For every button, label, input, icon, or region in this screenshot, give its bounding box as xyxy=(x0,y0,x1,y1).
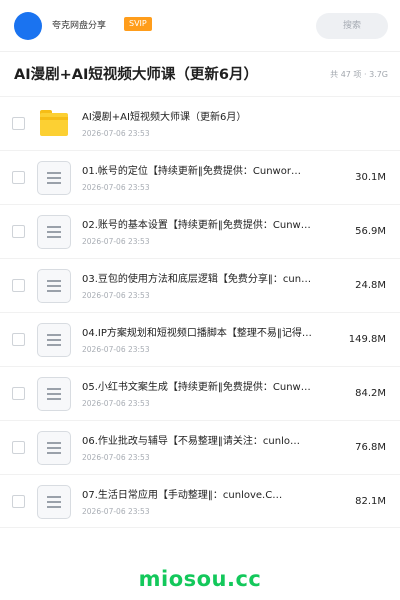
item-date: 2026-07-06 23:53 xyxy=(82,183,150,192)
row-checkbox[interactable] xyxy=(12,387,25,400)
row-checkbox[interactable] xyxy=(12,495,25,508)
item-date: 2026-07-06 23:53 xyxy=(82,507,150,516)
item-name[interactable]: 05.小红书文案生成【持续更新‖免费提供：Cunw… xyxy=(82,381,332,395)
item-date: 2026-07-06 23:53 xyxy=(82,291,150,300)
row-checkbox[interactable] xyxy=(12,441,25,454)
file-row[interactable]: 05.小红书文案生成【持续更新‖免费提供：Cunw… 2026-07-06 23:… xyxy=(0,366,400,420)
row-checkbox[interactable] xyxy=(12,171,25,184)
document-icon xyxy=(37,161,71,195)
file-row[interactable]: 01.帐号的定位【持续更新‖免费提供：Cunwor… 2026-07-06 23:… xyxy=(0,150,400,204)
item-size: 76.8M xyxy=(355,442,386,453)
file-row[interactable]: 02.账号的基本设置【持续更新‖免费提供：Cunw… 2026-07-06 23:… xyxy=(0,204,400,258)
folder-meta: 共 47 项 · 3.7G xyxy=(330,70,388,79)
file-row[interactable]: 07.生活日常应用【手动整理‖：cunlove.C… 2026-07-06 23:… xyxy=(0,474,400,528)
item-name[interactable]: 01.帐号的定位【持续更新‖免费提供：Cunwor… xyxy=(82,165,332,179)
document-icon xyxy=(37,269,71,303)
item-date: 2026-07-06 23:53 xyxy=(82,399,150,408)
document-icon xyxy=(37,215,71,249)
folder-row[interactable]: AI漫剧+AI短视频大师课（更新6月） 2026-07-06 23:53 xyxy=(0,96,400,150)
document-icon xyxy=(37,377,71,411)
file-list: AI漫剧+AI短视频大师课（更新6月） 2026-07-06 23:53 01.帐号… xyxy=(0,96,400,528)
file-row[interactable]: 06.作业批改与辅导【不易整理‖请关注：cunlo… 2026-07-06 23:… xyxy=(0,420,400,474)
item-name[interactable]: AI漫剧+AI短视频大师课（更新6月） xyxy=(82,111,382,125)
watermark: miosou.cc xyxy=(138,567,262,591)
item-name[interactable]: 04.IP方案规划和短视频口播脚本【整理不易‖记得… xyxy=(82,327,332,341)
document-icon xyxy=(37,431,71,465)
file-row[interactable]: 03.豆包的使用方法和底层逻辑【免费分享‖：cun… 2026-07-06 23:… xyxy=(0,258,400,312)
row-checkbox[interactable] xyxy=(12,279,25,292)
row-checkbox[interactable] xyxy=(12,333,25,346)
search-input[interactable]: 搜索 xyxy=(316,13,388,39)
document-icon xyxy=(37,323,71,357)
item-date: 2026-07-06 23:53 xyxy=(82,237,150,246)
item-date: 2026-07-06 23:53 xyxy=(82,345,150,354)
item-size: 24.8M xyxy=(355,280,386,291)
item-name[interactable]: 07.生活日常应用【手动整理‖：cunlove.C… xyxy=(82,489,332,503)
page-title: AI漫剧+AI短视频大师课（更新6月） xyxy=(14,67,258,83)
item-size: 149.8M xyxy=(348,334,386,345)
document-icon xyxy=(37,485,71,519)
item-size: 82.1M xyxy=(355,496,386,507)
row-checkbox[interactable] xyxy=(12,225,25,238)
item-name[interactable]: 03.豆包的使用方法和底层逻辑【免费分享‖：cun… xyxy=(82,273,332,287)
avatar[interactable] xyxy=(14,12,42,40)
item-name[interactable]: 02.账号的基本设置【持续更新‖免费提供：Cunw… xyxy=(82,219,332,233)
folder-icon xyxy=(40,110,68,136)
row-checkbox[interactable] xyxy=(12,117,25,130)
item-date: 2026-07-06 23:53 xyxy=(82,453,150,462)
item-size: 84.2M xyxy=(355,388,386,399)
app-name: 夸克网盘分享 xyxy=(52,21,107,31)
item-name[interactable]: 06.作业批改与辅导【不易整理‖请关注：cunlo… xyxy=(82,435,332,449)
item-date: 2026-07-06 23:53 xyxy=(82,129,150,138)
item-size: 56.9M xyxy=(355,226,386,237)
file-row[interactable]: 04.IP方案规划和短视频口播脚本【整理不易‖记得… 2026-07-06 23:… xyxy=(0,312,400,366)
svip-badge: SVIP xyxy=(124,17,152,31)
top-bar: 夸克网盘分享 SVIP 搜索 xyxy=(0,0,400,52)
item-size: 30.1M xyxy=(355,172,386,183)
